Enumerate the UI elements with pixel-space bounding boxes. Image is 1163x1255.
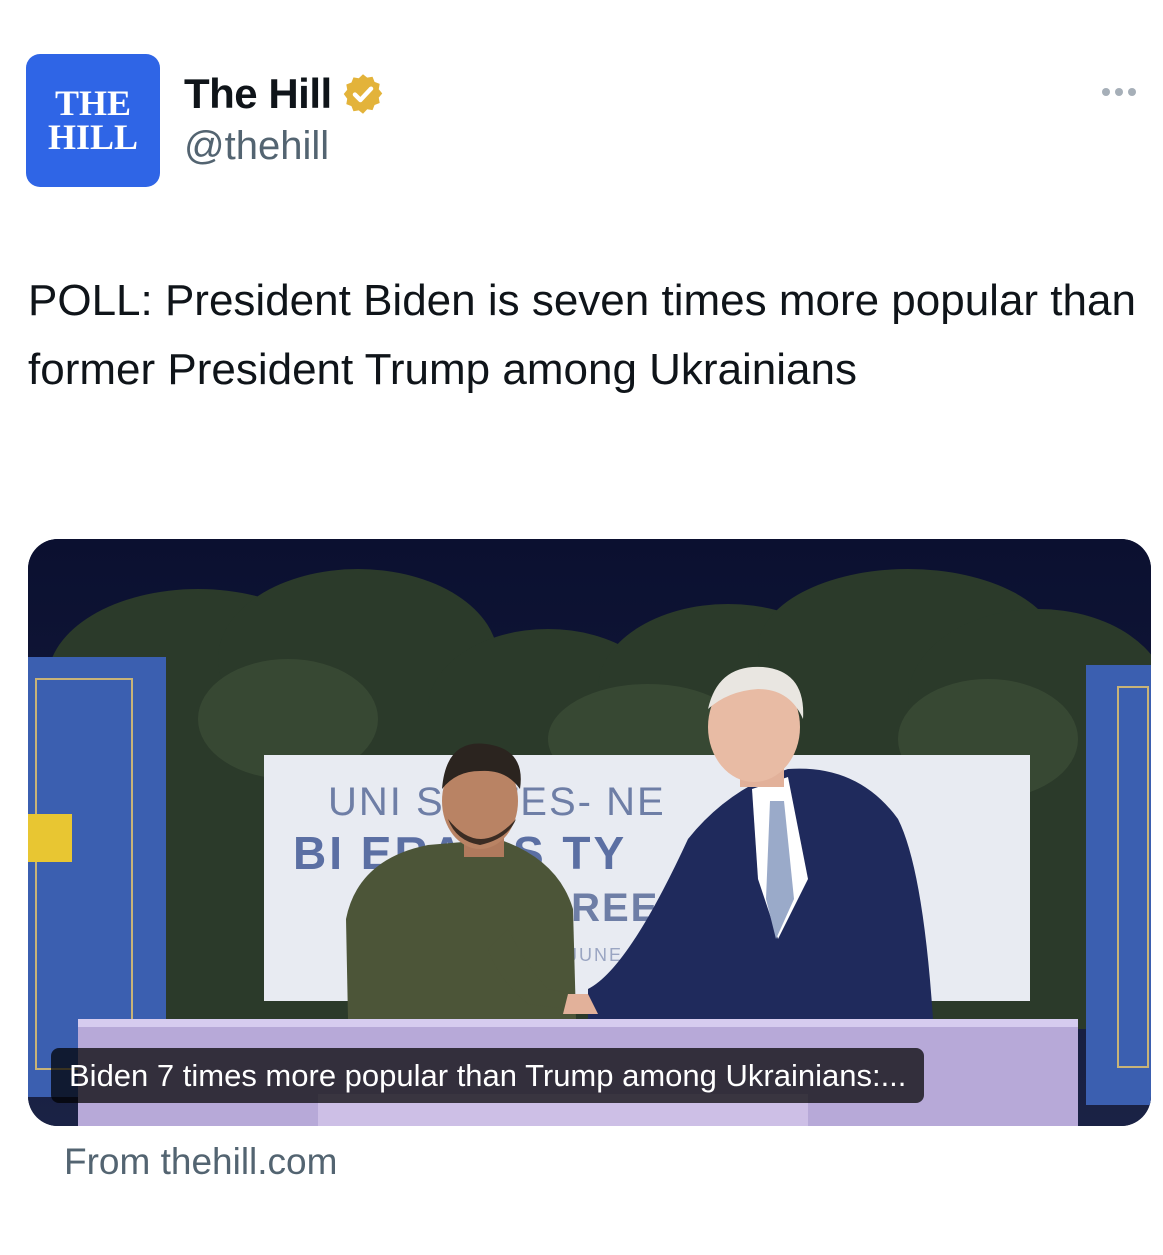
tweet-text: POLL: President Biden is seven times mor… [28, 276, 1136, 394]
author-name-row: The Hill [184, 70, 385, 118]
avatar-logo-line2: HILL [47, 116, 139, 157]
more-options-icon[interactable] [1102, 88, 1136, 96]
avatar-logo-line1: THE [54, 83, 132, 124]
link-card-caption: Biden 7 times more popular than Trump am… [51, 1048, 925, 1103]
user-handle[interactable]: @thehill [184, 124, 329, 169]
link-card-image: UNI STATES- NE BI ERAL S TY GREEN JUNE 1 [28, 539, 1151, 1126]
verified-badge-icon [343, 74, 382, 114]
link-source[interactable]: From thehill.com [64, 1141, 337, 1183]
display-name[interactable]: The Hill [184, 70, 332, 118]
avatar[interactable]: THE HILL [26, 54, 160, 187]
link-card[interactable]: UNI STATES- NE BI ERAL S TY GREEN JUNE 1 [28, 539, 1151, 1126]
